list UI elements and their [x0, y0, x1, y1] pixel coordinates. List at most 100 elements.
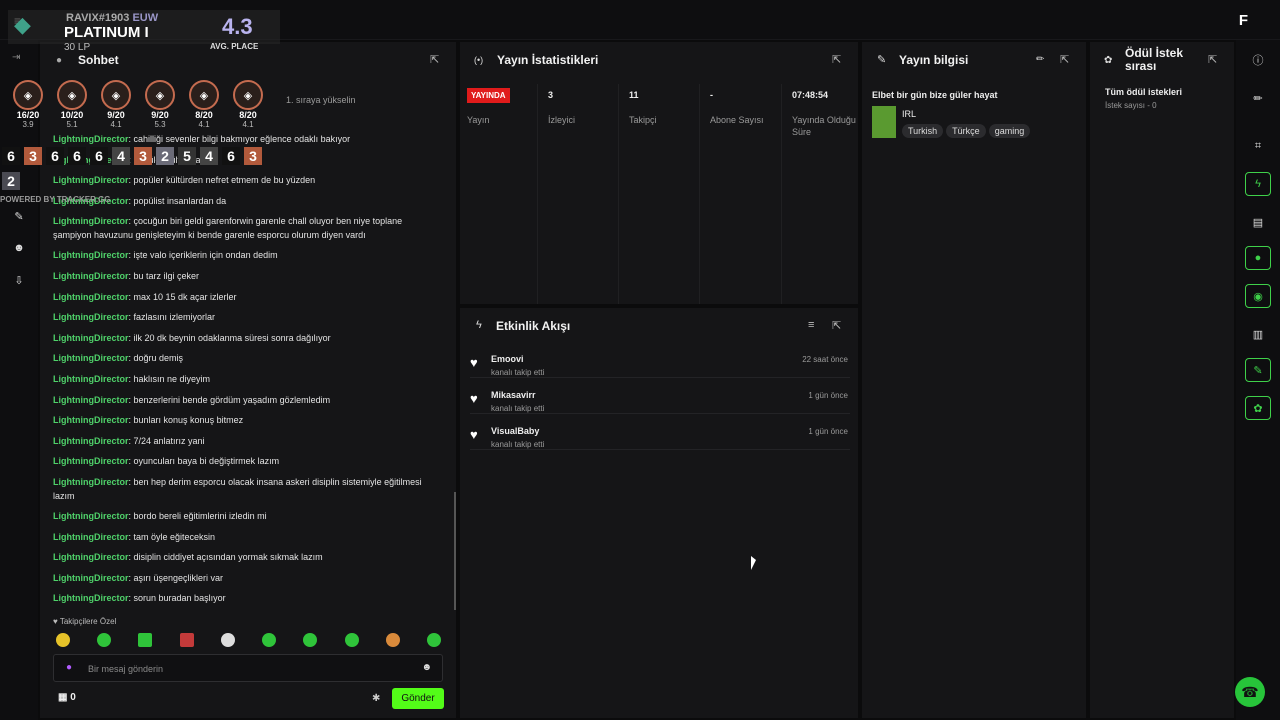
pinned-note: 1. sıraya yükselin: [286, 95, 356, 105]
emote-icon[interactable]: [262, 633, 277, 647]
chat-username[interactable]: LightningDirector: [53, 477, 129, 487]
followers-value: 11: [629, 90, 639, 100]
popout-icon[interactable]: ⇱: [1060, 53, 1069, 66]
emote-bar: [56, 633, 441, 647]
chat-username[interactable]: LightningDirector: [53, 573, 129, 583]
follow-time: 22 saat önce: [802, 355, 848, 364]
emote-icon[interactable]: [179, 633, 194, 647]
chat-username[interactable]: LightningDirector: [53, 456, 129, 466]
rewards-title: Ödül İstek sırası: [1125, 46, 1184, 73]
chat-username[interactable]: LightningDirector: [53, 511, 129, 521]
chat-username[interactable]: LightningDirector: [53, 374, 129, 384]
divider: [537, 84, 538, 304]
badge-sub-score: 4.1: [110, 120, 122, 129]
chat-username[interactable]: LightningDirector: [53, 271, 129, 281]
chat-username[interactable]: LightningDirector: [53, 436, 129, 446]
microphone-icon[interactable]: ●: [66, 662, 72, 673]
chat-message: LightningDirector: ben hep derim esporcu…: [53, 477, 422, 501]
edit-icon[interactable]: ✏: [1036, 54, 1044, 65]
popout-icon[interactable]: ⇱: [430, 53, 439, 66]
users-icon[interactable]: ☻: [6, 236, 32, 260]
popout-icon[interactable]: ⇱: [832, 53, 841, 66]
placement-digit: 6: [90, 147, 108, 165]
gift-icon[interactable]: ✿: [1245, 396, 1271, 420]
pencil-icon[interactable]: ✏: [1245, 86, 1271, 110]
divider: [781, 84, 782, 304]
placement-digit: 3: [134, 147, 152, 165]
category-name[interactable]: IRL: [902, 109, 916, 119]
chat-username[interactable]: LightningDirector: [53, 353, 129, 363]
emote-icon[interactable]: [303, 633, 318, 647]
emoji-icon[interactable]: ☻: [421, 662, 432, 673]
download-icon[interactable]: ⇩: [6, 268, 32, 292]
chat-username[interactable]: LightningDirector: [53, 532, 129, 542]
points-area[interactable]: ▦ 0: [58, 692, 76, 703]
send-button[interactable]: Gönder: [392, 688, 444, 709]
placement-digit: 2: [156, 147, 174, 165]
lightning-icon[interactable]: ϟ: [1245, 172, 1271, 196]
document-icon[interactable]: ▤: [1245, 210, 1271, 234]
chat-username[interactable]: LightningDirector: [53, 250, 129, 260]
server-icon[interactable]: ▥: [1245, 322, 1271, 346]
gift-icon: ✿: [1104, 55, 1113, 66]
chat-username[interactable]: LightningDirector: [53, 593, 129, 603]
placement-digit: 6: [68, 147, 86, 165]
badge-sub-score: 5.3: [154, 120, 166, 129]
chat-username[interactable]: LightningDirector: [53, 312, 129, 322]
crop-icon[interactable]: ⌗: [1245, 134, 1271, 158]
support-icon[interactable]: ☎: [1235, 677, 1265, 707]
chat-username[interactable]: LightningDirector: [53, 292, 129, 302]
emote-icon[interactable]: [220, 633, 235, 647]
divider: [618, 84, 619, 304]
chat-username[interactable]: LightningDirector: [53, 333, 129, 343]
powered-by: POWERED BY TRACKER.GG: [0, 195, 111, 204]
tag[interactable]: gaming: [988, 124, 1031, 138]
message-input[interactable]: ● Bir mesaj gönderin ☻: [53, 654, 443, 682]
stream-overlay: ◆ RAVIX#1903 EUW PLATINUM I 30 LP 4.3 AV…: [0, 0, 282, 210]
placement-digit: 4: [200, 147, 218, 165]
uptime-value: 07:48:54: [792, 90, 829, 100]
store-icon: ▦: [58, 692, 68, 703]
chat-icon[interactable]: ●: [1245, 246, 1271, 270]
scrollbar[interactable]: [454, 492, 456, 610]
placement-digit: 4: [112, 147, 130, 165]
chat-text: ilk 20 dk beynin odaklanma süresi sonra …: [133, 332, 331, 343]
chat-text: haklısın ne diyeyim: [133, 374, 211, 384]
kick-logo-icon[interactable]: F: [1239, 12, 1248, 29]
champion-icon: ◈: [189, 80, 219, 110]
emote-icon[interactable]: [344, 633, 359, 647]
activity-item[interactable]: ♥ VisualBaby kanalı takip etti 1 gün önce: [470, 424, 850, 450]
emote-icon[interactable]: [97, 633, 112, 647]
activity-item[interactable]: ♥ Emoovi kanalı takip etti 22 saat önce: [470, 352, 850, 378]
filter-icon[interactable]: ≡: [808, 319, 814, 331]
chat-username[interactable]: LightningDirector: [53, 395, 129, 405]
popout-icon[interactable]: ⇱: [1208, 53, 1217, 66]
follower-name: Mikasavirr: [491, 390, 536, 400]
info-icon[interactable]: ⓘ: [1245, 48, 1271, 72]
chat-username[interactable]: LightningDirector: [53, 216, 129, 226]
chat-message: LightningDirector: oyuncuları baya bi de…: [53, 456, 280, 467]
chat-username[interactable]: LightningDirector: [53, 552, 129, 562]
chat-message: LightningDirector: disiplin ciddiyet açı…: [53, 552, 323, 563]
emote-icon[interactable]: [385, 633, 400, 647]
activity-item[interactable]: ♥ Mikasavirr kanalı takip etti 1 gün önce: [470, 388, 850, 414]
chat-message: LightningDirector: bunları konuş konuş b…: [53, 415, 244, 426]
emote-icon[interactable]: [426, 633, 441, 647]
follow-time: 1 gün önce: [808, 391, 848, 400]
emote-icon[interactable]: [56, 633, 70, 647]
match-badge: ◈ 10/20 5.1: [54, 80, 90, 129]
heart-icon: ♥: [470, 355, 478, 370]
all-rewards-label[interactable]: Tüm ödül istekleri: [1105, 87, 1182, 97]
player-name: RAVIX#1903: [66, 12, 130, 24]
badge-sub-score: 4.1: [198, 120, 210, 129]
popout-icon[interactable]: ⇱: [832, 319, 841, 332]
live-label: Yayın: [467, 115, 490, 125]
chat-text: sorun buradan başlıyor: [133, 593, 226, 604]
chat-username[interactable]: LightningDirector: [53, 415, 129, 425]
tag[interactable]: Turkish: [902, 124, 944, 138]
wrench-icon[interactable]: ✎: [1245, 358, 1271, 382]
broadcast-icon[interactable]: ◉: [1245, 284, 1271, 308]
emote-icon[interactable]: [138, 633, 153, 647]
tag[interactable]: Türkçe: [946, 124, 986, 138]
chat-settings-icon[interactable]: ✱: [372, 693, 380, 704]
